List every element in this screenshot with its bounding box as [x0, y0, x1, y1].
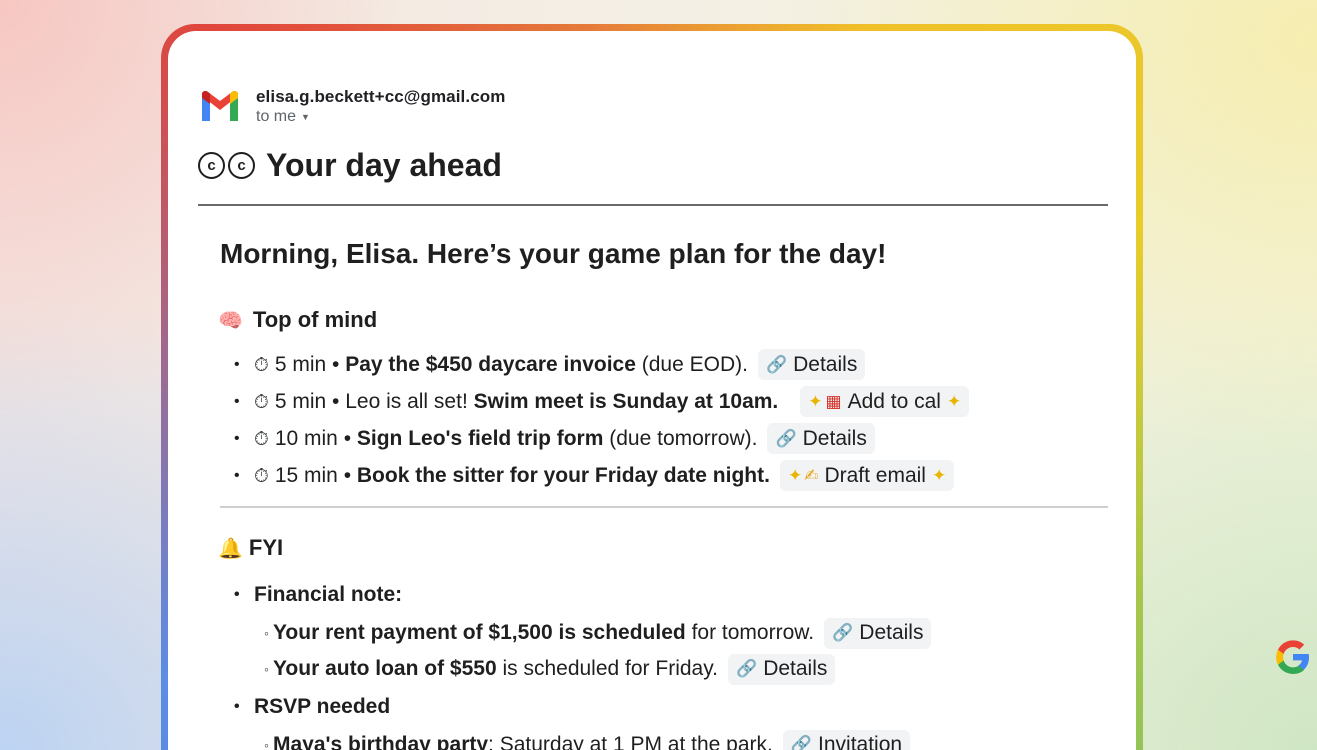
- bell-icon: 🔔: [218, 536, 243, 560]
- header-divider: [198, 204, 1108, 206]
- sparkle-icon: ✦: [931, 465, 947, 486]
- subject-title: Your day ahead: [266, 147, 502, 183]
- chip-label: Details: [859, 621, 924, 644]
- top-of-mind-title: Top of mind: [252, 307, 378, 332]
- chip-label: Details: [802, 426, 867, 450]
- task-text-bold: Sign Leo's field trip form: [356, 426, 604, 450]
- financial-note-title: Financial note:: [254, 583, 403, 606]
- list-item: • ⏱ 10 min • Sign Leo's field trip form …: [234, 420, 969, 457]
- sub-bullet: ◦: [264, 661, 269, 677]
- rsvp-title: RSVP needed: [254, 695, 391, 718]
- chip-label: Add to cal: [847, 389, 941, 413]
- recipient-label: to me: [256, 108, 297, 125]
- sparkle-icon: ✦: [946, 391, 962, 412]
- google-logo-icon: [1275, 639, 1311, 675]
- task-time: 5 min •: [274, 389, 340, 413]
- bullet: •: [234, 355, 240, 373]
- list-item: • ⏱ 15 min • Book the sitter for your Fr…: [234, 457, 969, 494]
- writing-hand-icon: ✍: [804, 465, 819, 486]
- cc-icons: c c: [198, 152, 258, 179]
- invitation-button[interactable]: 🔗 Invitation: [782, 729, 911, 750]
- stopwatch-icon: ⏱: [254, 427, 269, 450]
- task-text-bold: Swim meet is Sunday at 10am.: [473, 389, 779, 413]
- stopwatch-icon: ⏱: [254, 464, 269, 487]
- item-text-bold: Your auto loan of $550: [272, 657, 497, 680]
- details-button[interactable]: 🔗 Details: [728, 653, 836, 685]
- details-button[interactable]: 🔗 Details: [824, 617, 932, 649]
- link-icon: 🔗: [790, 735, 813, 750]
- sender-block: elisa.g.beckett+cc@gmail.com to me ▼: [256, 87, 505, 126]
- item-text-rest: : Saturday at 1 PM at the park.: [488, 733, 773, 750]
- email-subject: c c Your day ahead: [198, 147, 502, 184]
- list-item: • ⏱ 5 min • Pay the $450 daycare invoice…: [234, 346, 969, 383]
- draft-email-button[interactable]: ✦ ✍ Draft email ✦: [779, 460, 955, 491]
- details-button[interactable]: 🔗 Details: [767, 423, 875, 454]
- link-icon: 🔗: [736, 659, 758, 679]
- bullet: •: [234, 392, 240, 410]
- bullet: •: [234, 466, 240, 484]
- item-text-bold: Your rent payment of $1,500 is scheduled: [272, 621, 686, 644]
- calendar-icon: ▦: [825, 391, 842, 412]
- fyi-title: FYI: [248, 535, 284, 560]
- task-text-rest: (due tomorrow).: [609, 426, 758, 450]
- task-list: • ⏱ 5 min • Pay the $450 daycare invoice…: [234, 346, 970, 494]
- details-button[interactable]: 🔗 Details: [757, 349, 866, 380]
- greeting-heading: Morning, Elisa. Here’s your game plan fo…: [220, 238, 887, 269]
- email-card-frame: elisa.g.beckett+cc@gmail.com to me ▼ c c…: [161, 24, 1143, 750]
- brain-icon: 🧠: [218, 308, 243, 332]
- email-header: elisa.g.beckett+cc@gmail.com to me ▼: [199, 87, 505, 126]
- email-card: elisa.g.beckett+cc@gmail.com to me ▼ c c…: [168, 31, 1136, 750]
- add-to-cal-button[interactable]: ✦ ▦ Add to cal ✦: [800, 386, 970, 417]
- stopwatch-icon: ⏱: [254, 353, 269, 376]
- fyi-heading: 🔔 FYI: [218, 535, 283, 561]
- chip-label: Details: [793, 352, 858, 376]
- link-icon: 🔗: [765, 354, 788, 375]
- task-text-rest: (due EOD).: [641, 352, 748, 376]
- section-divider: [220, 506, 1108, 508]
- link-icon: 🔗: [832, 623, 854, 643]
- stopwatch-icon: ⏱: [254, 390, 269, 413]
- chip-label: Details: [763, 657, 828, 680]
- task-text-bold: Pay the $450 daycare invoice: [345, 352, 636, 376]
- sub-bullet: ◦: [264, 625, 269, 641]
- list-item: ◦ Maya's birthday party : Saturday at 1 …: [234, 727, 931, 750]
- bullet: •: [234, 429, 240, 447]
- item-text-bold: Maya's birthday party: [272, 733, 489, 750]
- sender-email[interactable]: elisa.g.beckett+cc@gmail.com: [256, 87, 505, 107]
- fyi-list: • Financial note: ◦ Your rent payment of…: [234, 575, 932, 750]
- top-of-mind-heading: 🧠 Top of mind: [218, 307, 377, 333]
- link-icon: 🔗: [775, 428, 797, 449]
- list-item: ◦ Your auto loan of $550 is scheduled fo…: [234, 651, 931, 687]
- list-item: ◦ Your rent payment of $1,500 is schedul…: [234, 615, 932, 651]
- bullet: •: [234, 698, 240, 715]
- chip-label: Invitation: [818, 733, 903, 750]
- caret-down-icon: ▼: [301, 112, 310, 122]
- item-text-rest: is scheduled for Friday.: [502, 657, 719, 680]
- item-text-rest: for tomorrow.: [691, 621, 815, 644]
- recipient-toggle[interactable]: to me ▼: [256, 108, 505, 126]
- sparkle-icon: ✦: [787, 465, 803, 486]
- sparkle-icon: ✦: [808, 391, 823, 412]
- sub-bullet: ◦: [264, 737, 269, 750]
- task-time: 15 min •: [274, 463, 352, 487]
- list-item: • RSVP needed: [234, 687, 931, 727]
- bullet: •: [234, 586, 240, 603]
- chip-label: Draft email: [824, 463, 926, 487]
- list-item: • ⏱ 5 min • Leo is all set! Swim meet is…: [234, 383, 970, 420]
- task-time: 10 min •: [274, 426, 352, 450]
- gmail-logo-icon: [199, 90, 241, 124]
- copyright-icon: c: [228, 152, 255, 179]
- task-text-bold: Book the sitter for your Friday date nig…: [356, 463, 770, 487]
- task-text-pre: Leo is all set!: [345, 389, 468, 413]
- task-time: 5 min •: [274, 352, 340, 376]
- list-item: • Financial note:: [234, 575, 931, 615]
- copyright-icon: c: [198, 152, 225, 179]
